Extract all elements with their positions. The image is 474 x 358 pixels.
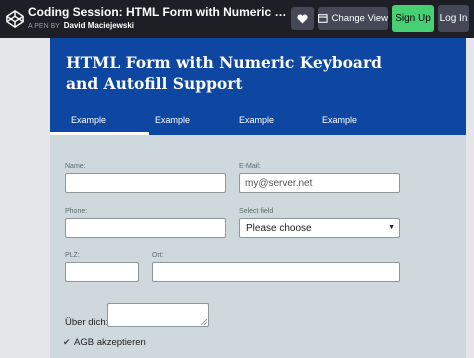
plz-label: PLZ:	[65, 252, 80, 259]
tab-example-1[interactable]: Example	[71, 115, 106, 125]
layout-icon	[318, 14, 328, 23]
tab-example-2[interactable]: Example	[155, 115, 190, 125]
change-view-button[interactable]: Change View	[318, 7, 388, 30]
phone-label: Phone:	[65, 208, 88, 215]
dropdown-arrow-icon: ▼	[388, 224, 395, 231]
phone-input[interactable]	[65, 218, 226, 238]
agb-checkbox[interactable]: ✔	[63, 338, 72, 347]
heart-icon	[297, 14, 308, 24]
select-label: Select field	[239, 208, 274, 215]
change-view-label: Change View	[331, 13, 388, 24]
email-input[interactable]: my@server.net	[239, 173, 400, 193]
resize-grip-icon[interactable]	[201, 319, 207, 325]
plz-input[interactable]	[65, 262, 139, 282]
love-button[interactable]	[291, 7, 314, 30]
pen-preview: HTML Form with Numeric Keyboard and Auto…	[0, 38, 474, 358]
ort-input[interactable]	[152, 262, 400, 282]
about-label: Über dich:	[65, 317, 109, 328]
signup-button[interactable]: Sign Up	[392, 5, 434, 32]
agb-label: AGB akzeptieren	[74, 337, 146, 348]
tab-example-3[interactable]: Example	[239, 115, 274, 125]
page-title: HTML Form with Numeric Keyboard and Auto…	[66, 53, 382, 93]
contact-form: Name: E-Mail: my@server.net Phone: Selec…	[50, 135, 466, 358]
ort-label: Ort:	[152, 252, 164, 259]
author-link[interactable]: David Maciejewski	[64, 21, 134, 30]
pen-byline: A PEN BY David Maciejewski	[28, 21, 134, 30]
scrollbar[interactable]	[466, 38, 474, 358]
email-placeholder: my@server.net	[245, 178, 313, 189]
hero-banner: HTML Form with Numeric Keyboard and Auto…	[50, 38, 466, 135]
select-field[interactable]: Please choose ▼	[239, 218, 400, 238]
about-textarea[interactable]	[107, 303, 209, 327]
email-label: E-Mail:	[239, 163, 261, 170]
pen-title[interactable]: Coding Session: HTML Form with Numeric K…	[28, 5, 288, 19]
codepen-logo-icon[interactable]	[6, 10, 24, 28]
login-button[interactable]: Log In	[438, 5, 469, 32]
tab-bar: Example Example Example Example	[50, 110, 466, 135]
codepen-header: Coding Session: HTML Form with Numeric K…	[0, 0, 474, 38]
name-label: Name:	[65, 163, 86, 170]
name-input[interactable]	[65, 173, 226, 193]
byline-prefix: A PEN BY	[28, 23, 60, 30]
tab-example-4[interactable]: Example	[322, 115, 357, 125]
select-value: Please choose	[246, 223, 312, 234]
